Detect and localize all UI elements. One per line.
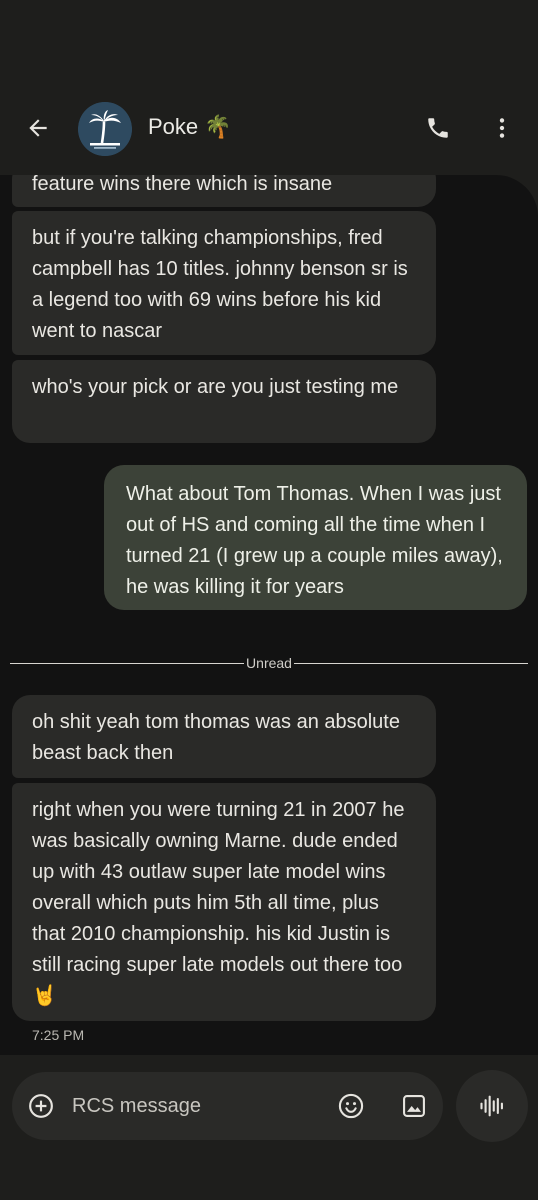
image-icon bbox=[403, 1095, 425, 1117]
more-options-button[interactable] bbox=[484, 110, 520, 146]
add-attachment-button[interactable] bbox=[28, 1093, 54, 1119]
message-input[interactable] bbox=[72, 1090, 312, 1122]
message-bubble-incoming[interactable]: right when you were turning 21 in 2007 h… bbox=[12, 783, 436, 1021]
message-bubble-incoming[interactable]: but if you're talking championships, fre… bbox=[12, 211, 436, 355]
message-bubble-outgoing[interactable]: What about Tom Thomas. When I was just o… bbox=[104, 465, 527, 610]
status-bar bbox=[0, 0, 538, 80]
divider-line bbox=[10, 662, 245, 664]
message-bubble-incoming[interactable]: who's your pick or are you just testing … bbox=[12, 360, 436, 443]
arrow-left-icon bbox=[29, 119, 47, 137]
message-text: oh shit yeah tom thomas was an absolute … bbox=[32, 711, 400, 764]
divider-line bbox=[293, 662, 529, 664]
palm-tree-island-icon bbox=[78, 102, 132, 156]
emoji-icon bbox=[338, 1093, 364, 1119]
more-vert-icon bbox=[499, 118, 505, 138]
add-circle-icon bbox=[29, 1094, 53, 1118]
emoji-button[interactable] bbox=[337, 1092, 365, 1120]
phone-icon bbox=[428, 118, 448, 138]
message-text: but if you're talking championships, fre… bbox=[32, 227, 408, 342]
message-text: What about Tom Thomas. When I was just o… bbox=[126, 483, 503, 598]
compose-bar bbox=[12, 1072, 443, 1140]
audio-waveform-icon bbox=[480, 1095, 503, 1117]
message-bubble-incoming[interactable]: feature wins there which is insane bbox=[12, 175, 436, 207]
message-timestamp: 7:25 PM bbox=[32, 1027, 85, 1043]
contact-name[interactable]: Poke 🌴 bbox=[148, 114, 232, 140]
message-text: who's your pick or are you just testing … bbox=[32, 376, 399, 398]
message-bubble-incoming[interactable]: oh shit yeah tom thomas was an absolute … bbox=[12, 695, 436, 778]
conversation-header: Poke 🌴 bbox=[0, 80, 538, 175]
unread-label: Unread bbox=[246, 655, 292, 671]
message-text: feature wins there which is insane bbox=[32, 175, 333, 195]
call-button[interactable] bbox=[420, 110, 456, 146]
message-thread: feature wins there which is insane but i… bbox=[0, 175, 538, 1055]
system-nav-bar bbox=[0, 1160, 538, 1200]
back-button[interactable] bbox=[20, 110, 56, 146]
avatar[interactable] bbox=[78, 102, 132, 156]
voice-message-button[interactable] bbox=[456, 1070, 528, 1142]
message-text: right when you were turning 21 in 2007 h… bbox=[32, 799, 405, 1007]
unread-divider: Unread bbox=[10, 653, 529, 673]
gallery-button[interactable] bbox=[400, 1092, 428, 1120]
